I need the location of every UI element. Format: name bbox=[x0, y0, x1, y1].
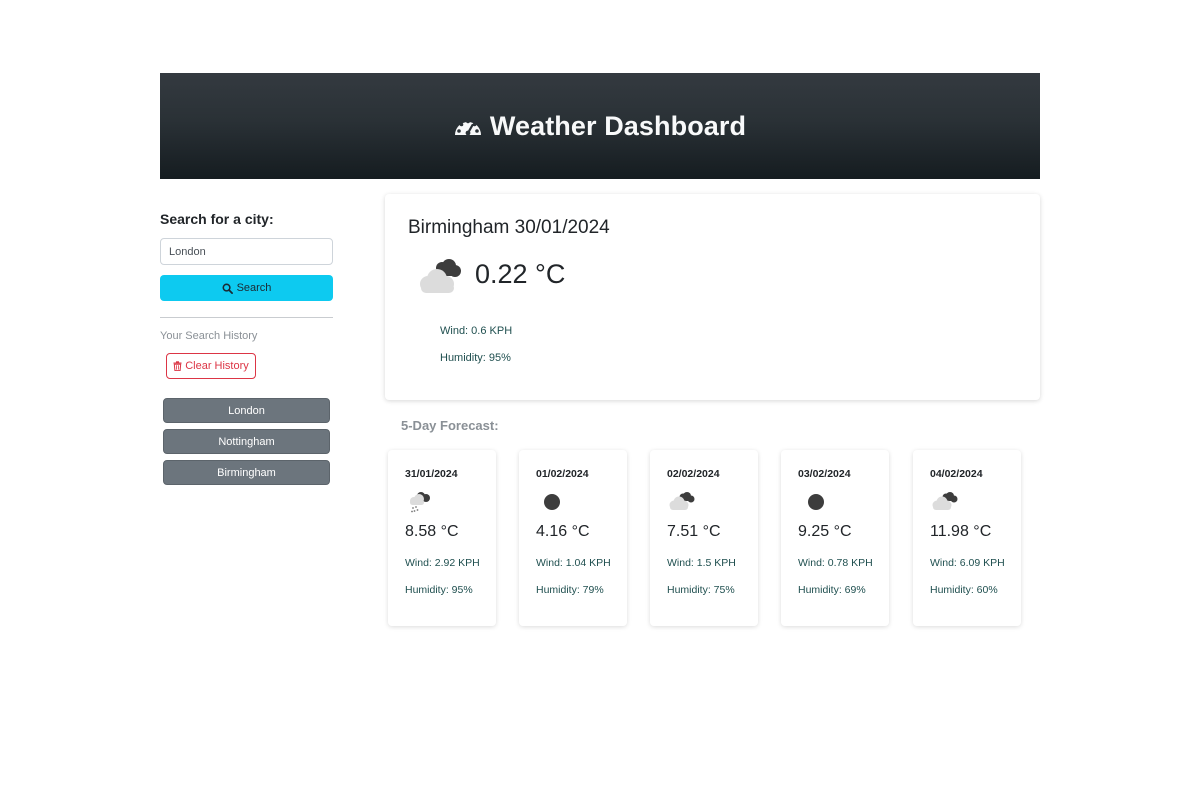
current-humidity: Humidity: 95% bbox=[440, 352, 511, 364]
current-city-date: Birmingham 30/01/2024 bbox=[408, 217, 610, 238]
sidebar-divider bbox=[160, 317, 333, 318]
forecast-temperature: 7.51 °C bbox=[667, 523, 721, 540]
forecast-card: 02/02/2024 7.51 °C Wind: 1.5 KPH Humidit… bbox=[650, 450, 758, 626]
search-history-list: London Nottingham Birmingham bbox=[163, 398, 330, 491]
forecast-card: 01/02/2024 4.16 °C Wind: 1.04 KPH Humidi… bbox=[519, 450, 627, 626]
clear-history-label: Clear History bbox=[185, 360, 249, 372]
forecast-date: 03/02/2024 bbox=[798, 468, 851, 480]
history-item-birmingham[interactable]: Birmingham bbox=[163, 460, 330, 485]
search-button[interactable]: Search bbox=[160, 275, 333, 301]
search-history-label: Your Search History bbox=[160, 330, 258, 342]
search-label: Search for a city: bbox=[160, 211, 274, 227]
forecast-wind: Wind: 1.04 KPH bbox=[536, 557, 611, 569]
forecast-temperature: 4.16 °C bbox=[536, 523, 590, 540]
trash-icon bbox=[173, 361, 182, 371]
broken-clouds-icon bbox=[669, 492, 695, 510]
current-temperature: 0.22 °C bbox=[475, 259, 566, 289]
forecast-card: 04/02/2024 11.98 °C Wind: 6.09 KPH Humid… bbox=[913, 450, 1021, 626]
forecast-card: 03/02/2024 9.25 °C Wind: 0.78 KPH Humidi… bbox=[781, 450, 889, 626]
current-weather-card: Birmingham 30/01/2024 0.22 °C Wind: 0.6 … bbox=[385, 194, 1040, 400]
forecast-date: 02/02/2024 bbox=[667, 468, 720, 480]
forecast-wind: Wind: 0.78 KPH bbox=[798, 557, 873, 569]
forecast-temperature: 8.58 °C bbox=[405, 523, 459, 540]
forecast-heading: 5-Day Forecast: bbox=[401, 418, 499, 433]
forecast-date: 01/02/2024 bbox=[536, 468, 589, 480]
rain-cloud-icon bbox=[410, 492, 430, 513]
broken-clouds-icon bbox=[932, 492, 958, 510]
forecast-wind: Wind: 2.92 KPH bbox=[405, 557, 480, 569]
clear-icon bbox=[808, 494, 824, 510]
forecast-temperature: 11.98 °C bbox=[930, 523, 992, 540]
forecast-humidity: Humidity: 95% bbox=[405, 584, 473, 596]
forecast-date: 31/01/2024 bbox=[405, 468, 458, 480]
forecast-humidity: Humidity: 60% bbox=[930, 584, 998, 596]
gauge-icon bbox=[454, 119, 481, 136]
forecast-humidity: Humidity: 75% bbox=[667, 584, 735, 596]
forecast-temperature: 9.25 °C bbox=[798, 523, 852, 540]
forecast-wind: Wind: 6.09 KPH bbox=[930, 557, 1005, 569]
forecast-wind: Wind: 1.5 KPH bbox=[667, 557, 736, 569]
history-item-london[interactable]: London bbox=[163, 398, 330, 423]
forecast-humidity: Humidity: 79% bbox=[536, 584, 604, 596]
dashboard-header: Weather Dashboard bbox=[160, 73, 1040, 179]
forecast-humidity: Humidity: 69% bbox=[798, 584, 866, 596]
current-wind: Wind: 0.6 KPH bbox=[440, 325, 513, 337]
history-item-nottingham[interactable]: Nottingham bbox=[163, 429, 330, 454]
clear-icon bbox=[544, 494, 560, 510]
forecast-card: 31/01/2024 8.58 °C Wind: 2.92 KPH Humidi… bbox=[388, 450, 496, 626]
page-title: Weather Dashboard bbox=[489, 110, 747, 141]
city-search-input[interactable] bbox=[160, 238, 333, 265]
search-icon bbox=[222, 283, 233, 294]
forecast-date: 04/02/2024 bbox=[930, 468, 983, 480]
search-button-label: Search bbox=[236, 282, 272, 294]
broken-clouds-icon bbox=[420, 259, 461, 293]
clear-history-button[interactable]: Clear History bbox=[166, 353, 256, 379]
